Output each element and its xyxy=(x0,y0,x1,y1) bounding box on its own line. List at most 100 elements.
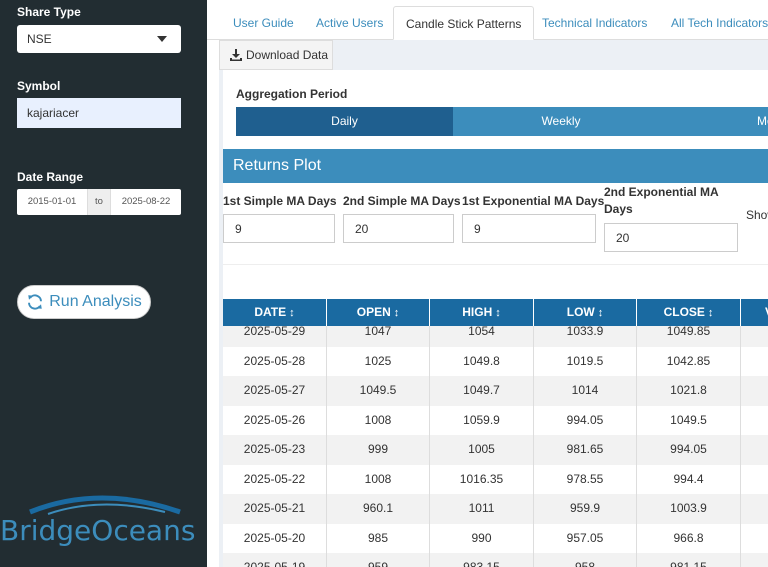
aggregation-weekly[interactable]: Weekly xyxy=(453,107,669,136)
cell-volume xyxy=(741,494,768,524)
column-header-high[interactable]: HIGH ↕ xyxy=(430,299,534,326)
ema2-label: 2nd Exponential MA Days xyxy=(604,185,719,216)
returns-plot-header: Returns Plot xyxy=(223,149,768,183)
table-row[interactable]: 2025-05-23 999 1005 981.65 994.05 xyxy=(223,435,768,465)
cell-open: 1025 xyxy=(327,346,430,376)
tab-user-guide[interactable]: User Guide xyxy=(233,6,294,40)
cell-open: 1008 xyxy=(327,405,430,435)
cell-open: 1049.5 xyxy=(327,376,430,406)
cell-low: 958 xyxy=(534,553,637,567)
sort-icon: ↕ xyxy=(495,307,501,319)
cell-close: 1003.9 xyxy=(637,494,741,524)
cell-open: 1008 xyxy=(327,464,430,494)
cell-close: 981.15 xyxy=(637,553,741,567)
symbol-label: Symbol xyxy=(17,79,61,93)
cell-low: 957.05 xyxy=(534,523,637,553)
caret-down-icon xyxy=(157,36,167,42)
cell-high: 1016.35 xyxy=(430,464,534,494)
cell-low: 978.55 xyxy=(534,464,637,494)
cell-volume xyxy=(741,465,768,495)
refresh-icon xyxy=(28,294,43,310)
cell-high: 990 xyxy=(430,523,534,553)
cell-date: 2025-05-22 xyxy=(223,464,327,494)
cell-date: 2025-05-28 xyxy=(223,346,327,376)
cell-close: 966.8 xyxy=(637,523,741,553)
download-data-button[interactable]: Download Data xyxy=(219,40,333,70)
show-label: Show xyxy=(746,208,768,222)
cell-high: 1059.9 xyxy=(430,405,534,435)
cell-volume xyxy=(741,435,768,465)
column-header-label: OPEN xyxy=(356,305,391,319)
download-icon xyxy=(230,49,242,61)
table-row[interactable]: 2025-05-19 959 983.15 958 981.15 xyxy=(223,553,768,567)
cell-high: 1054 xyxy=(430,326,534,347)
sort-icon: ↕ xyxy=(707,307,714,319)
table-row[interactable]: 2025-05-28 1025 1049.8 1019.5 1042.85 xyxy=(223,346,768,376)
table-body: 2025-05-29 1047 1054 1033.9 1049.85 2025… xyxy=(223,326,768,567)
cell-date: 2025-05-23 xyxy=(223,435,327,465)
column-header-label: LOW xyxy=(566,305,595,319)
aggregation-daily[interactable]: Daily xyxy=(236,107,453,136)
column-header-low[interactable]: LOW ↕ xyxy=(534,299,637,326)
cell-volume xyxy=(741,406,768,436)
table-row[interactable]: 2025-05-27 1049.5 1049.7 1014 1021.8 xyxy=(223,376,768,406)
cell-open: 999 xyxy=(327,435,430,465)
tab-technical-indicators[interactable]: Technical Indicators xyxy=(542,6,647,40)
cell-date: 2025-05-20 xyxy=(223,523,327,553)
cell-close: 994.05 xyxy=(637,435,741,465)
table-row[interactable]: 2025-05-22 1008 1016.35 978.55 994.4 xyxy=(223,464,768,495)
column-header-volume[interactable]: V xyxy=(741,299,768,326)
cell-high: 1005 xyxy=(430,435,534,465)
cell-date: 2025-05-21 xyxy=(223,494,327,524)
sort-icon: ↕ xyxy=(289,307,295,319)
cell-close: 1042.85 xyxy=(637,346,741,376)
date-start-input[interactable]: 2015-01-01 xyxy=(17,189,87,215)
cell-close: 1021.8 xyxy=(637,376,741,406)
share-type-select[interactable]: NSE xyxy=(17,25,181,53)
column-header-open[interactable]: OPEN ↕ xyxy=(327,299,430,326)
date-range-label: Date Range xyxy=(17,170,84,184)
run-analysis-button[interactable]: Run Analysis xyxy=(17,285,151,319)
cell-open: 985 xyxy=(327,523,430,553)
cell-high: 1011 xyxy=(430,494,534,524)
tab-all-tech-indicators[interactable]: All Tech Indicators xyxy=(671,6,768,40)
cell-date: 2025-05-29 xyxy=(223,326,327,347)
cell-close: 1049.85 xyxy=(637,326,741,347)
symbol-input[interactable]: kajariacer xyxy=(17,98,181,128)
ema1-input[interactable]: 9 xyxy=(462,214,596,243)
column-header-date[interactable]: DATE ↕ xyxy=(223,299,327,326)
cell-open: 959 xyxy=(327,553,430,567)
aggregation-monthly[interactable]: Mo xyxy=(669,107,768,136)
sma1-input[interactable]: 9 xyxy=(223,214,335,243)
cell-open: 1047 xyxy=(327,326,430,347)
column-header-close[interactable]: CLOSE ↕ xyxy=(637,299,741,326)
date-range-input: 2015-01-01 to 2025-08-22 xyxy=(17,189,181,215)
cell-close: 1049.5 xyxy=(637,405,741,435)
column-header-label: CLOSE xyxy=(663,305,705,319)
sidebar: Share Type NSE Symbol kajariacer Date Ra… xyxy=(0,0,207,567)
tab-candle-stick-patterns[interactable]: Candle Stick Patterns xyxy=(393,6,535,40)
share-type-value: NSE xyxy=(27,32,52,46)
sma2-input[interactable]: 20 xyxy=(343,214,454,243)
cell-volume xyxy=(741,524,768,554)
table-row[interactable]: 2025-05-21 960.1 1011 959.9 1003.9 xyxy=(223,494,768,524)
ema2-input[interactable]: 20 xyxy=(604,223,738,252)
tab-active-users[interactable]: Active Users xyxy=(316,6,383,40)
tab-bar: User Guide Active Users Candle Stick Pat… xyxy=(207,0,768,40)
table-row[interactable]: 2025-05-26 1008 1059.9 994.05 1049.5 xyxy=(223,405,768,436)
cell-low: 1033.9 xyxy=(534,326,637,347)
date-end-input[interactable]: 2025-08-22 xyxy=(111,189,181,215)
cell-volume xyxy=(741,553,768,567)
cell-low: 1014 xyxy=(534,376,637,406)
sma1-label: 1st Simple MA Days xyxy=(223,194,337,208)
aggregation-title: Aggregation Period xyxy=(236,87,348,101)
logo-text: BridgeOceans xyxy=(0,514,195,547)
cell-low: 981.65 xyxy=(534,435,637,465)
main-content: User Guide Active Users Candle Stick Pat… xyxy=(207,0,768,567)
table-row[interactable]: 2025-05-20 985 990 957.05 966.8 xyxy=(223,523,768,554)
table-row[interactable]: 2025-05-29 1047 1054 1033.9 1049.85 xyxy=(223,326,768,347)
cell-date: 2025-05-19 xyxy=(223,553,327,567)
download-data-label: Download Data xyxy=(246,48,329,62)
sort-icon: ↕ xyxy=(393,307,400,319)
cell-volume xyxy=(741,326,768,347)
